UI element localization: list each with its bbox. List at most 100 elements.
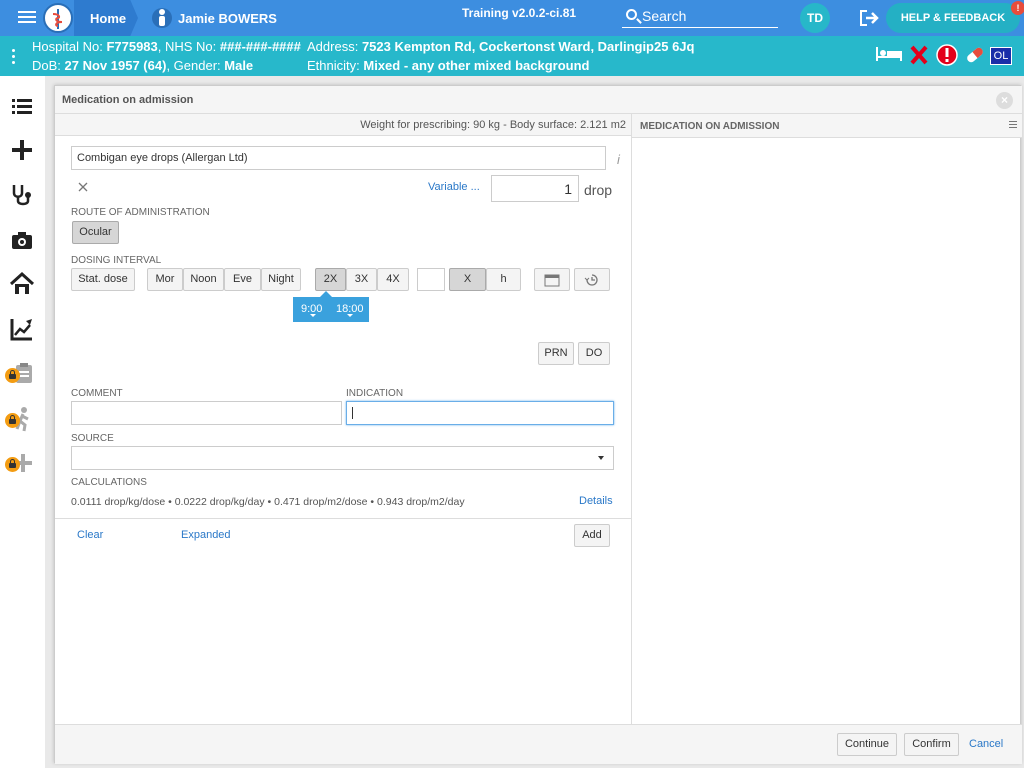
dosing-interval-label: DOSING INTERVAL — [71, 255, 162, 266]
source-select[interactable] — [71, 446, 614, 470]
indication-input[interactable] — [346, 401, 614, 425]
route-ocular-button[interactable]: Ocular — [72, 221, 119, 244]
stat-dose-button[interactable]: Stat. dose — [71, 268, 135, 291]
dose-times-tooltip: 9:00 18:00 — [293, 291, 369, 322]
indication-label: INDICATION — [346, 388, 404, 399]
mor-button[interactable]: Mor — [147, 268, 183, 291]
expanded-link[interactable]: Expanded — [181, 529, 231, 541]
logout-icon[interactable] — [859, 9, 879, 27]
text-cursor — [352, 407, 353, 419]
breadcrumb-patient[interactable]: Jamie BOWERS — [150, 0, 320, 36]
notification-badge: ! — [1011, 1, 1024, 15]
patient-banner: Hospital No: F775983, NHS No: ###-###-##… — [0, 36, 1024, 76]
breadcrumb-home[interactable]: Home — [74, 0, 138, 36]
banner-line-1: Hospital No: F775983, NHS No: ###-###-##… — [32, 39, 301, 54]
x-icon[interactable] — [910, 45, 928, 65]
dose-input[interactable]: 1 — [491, 175, 579, 202]
info-icon[interactable]: i — [617, 152, 620, 167]
freq-3x-button[interactable]: 3X — [346, 268, 377, 291]
divider — [55, 518, 631, 519]
help-feedback-button[interactable]: HELP & FEEDBACK — [886, 3, 1020, 33]
alert-icon[interactable] — [936, 44, 958, 66]
continue-button[interactable]: Continue — [837, 733, 897, 756]
hours-button[interactable]: h — [486, 268, 521, 291]
medication-list-title: MEDICATION ON ADMISSION — [640, 121, 780, 132]
stethoscope-icon[interactable] — [8, 180, 36, 208]
night-button[interactable]: Night — [261, 268, 301, 291]
patient-name: Jamie BOWERS — [178, 11, 277, 26]
lock-icon — [5, 413, 20, 428]
dose-unit: drop — [584, 182, 613, 198]
close-icon[interactable]: × — [996, 92, 1013, 109]
ol-icon[interactable]: OL — [990, 47, 1012, 65]
modal-title: Medication on admission — [62, 94, 194, 106]
plus-icon[interactable] — [8, 136, 36, 164]
calculations-text: 0.0111 drop/kg/dose • 0.0222 drop/kg/day… — [71, 496, 465, 508]
weight-bar: Weight for prescribing: 90 kg - Body sur… — [55, 114, 632, 136]
medication-on-admission-modal: Medication on admission × Weight for pre… — [54, 85, 1022, 764]
menu-icon[interactable] — [1009, 121, 1017, 130]
weight-info: Weight for prescribing: 90 kg - Body sur… — [360, 119, 626, 131]
medication-list-pane: MEDICATION ON ADMISSION — [631, 114, 1022, 724]
search-placeholder: Search — [642, 8, 687, 24]
hamburger-menu-icon[interactable] — [18, 11, 36, 25]
remove-drug-icon[interactable] — [78, 182, 88, 192]
home-icon[interactable] — [8, 270, 36, 298]
calculations-label: CALCULATIONS — [71, 477, 147, 488]
history-button[interactable] — [574, 268, 610, 291]
add-button[interactable]: Add — [574, 524, 610, 547]
banner-address: Address: 7523 Kempton Rd, Cockertonst Wa… — [307, 39, 695, 54]
source-label: SOURCE — [71, 433, 114, 444]
chevron-down-icon — [310, 314, 316, 317]
kebab-menu-icon[interactable] — [12, 49, 16, 67]
comment-label: COMMENT — [71, 388, 123, 399]
cancel-link[interactable]: Cancel — [969, 738, 1003, 750]
lock-icon — [5, 457, 20, 472]
home-label: Home — [90, 11, 127, 26]
top-bar: Home Jamie BOWERS Training v2.0.2-ci.81 … — [0, 0, 1024, 36]
dob: 27 Nov 1957 (64) — [64, 58, 167, 73]
details-link[interactable]: Details — [579, 495, 613, 507]
list-icon[interactable] — [8, 93, 36, 121]
do-button[interactable]: DO — [578, 342, 610, 365]
modal-footer: Continue Confirm Cancel — [55, 724, 1022, 764]
times-x-button[interactable]: X — [449, 268, 486, 291]
app-logo[interactable] — [43, 3, 73, 33]
chevron-down-icon — [598, 456, 604, 460]
banner-line-2: DoB: 27 Nov 1957 (64), Gender: Male — [32, 58, 254, 73]
eve-button[interactable]: Eve — [224, 268, 261, 291]
freq-4x-button[interactable]: 4X — [377, 268, 409, 291]
calendar-icon — [544, 274, 560, 287]
walking-lock-nav[interactable] — [5, 405, 36, 433]
clear-link[interactable]: Clear — [77, 529, 103, 541]
pill-icon[interactable] — [964, 45, 986, 65]
lock-icon — [5, 368, 20, 383]
gender: Male — [224, 58, 254, 73]
confirm-button[interactable]: Confirm — [904, 733, 959, 756]
nhs-number: ###-###-#### — [219, 39, 301, 54]
medication-list-header: MEDICATION ON ADMISSION — [632, 114, 1022, 138]
plus-lock-nav[interactable] — [5, 449, 36, 477]
search-icon — [626, 9, 637, 20]
hospital-number: F775983 — [106, 39, 158, 54]
camera-icon[interactable] — [8, 226, 36, 254]
comment-input[interactable] — [71, 401, 342, 425]
left-nav — [0, 76, 45, 768]
banner-ethnicity: Ethnicity: Mixed - any other mixed backg… — [307, 58, 590, 73]
modal-header: Medication on admission × — [55, 86, 1022, 114]
drug-input[interactable]: Combigan eye drops (Allergan Ltd) — [71, 146, 606, 170]
variable-dose-link[interactable]: Variable ... — [428, 181, 480, 193]
prn-button[interactable]: PRN — [538, 342, 574, 365]
interval-number-input[interactable] — [417, 268, 445, 291]
search-input[interactable]: Search — [622, 4, 778, 28]
clipboard-lock-nav[interactable] — [5, 360, 36, 388]
chart-edit-icon[interactable] — [8, 315, 36, 343]
chevron-down-icon — [347, 314, 353, 317]
training-version: Training v2.0.2-ci.81 — [462, 6, 577, 20]
route-label: ROUTE OF ADMINISTRATION — [71, 207, 210, 218]
noon-button[interactable]: Noon — [183, 268, 224, 291]
calendar-button[interactable] — [534, 268, 570, 291]
bed-icon[interactable] — [874, 44, 904, 64]
user-avatar[interactable]: TD — [800, 3, 830, 33]
freq-2x-button[interactable]: 2X — [315, 268, 346, 291]
